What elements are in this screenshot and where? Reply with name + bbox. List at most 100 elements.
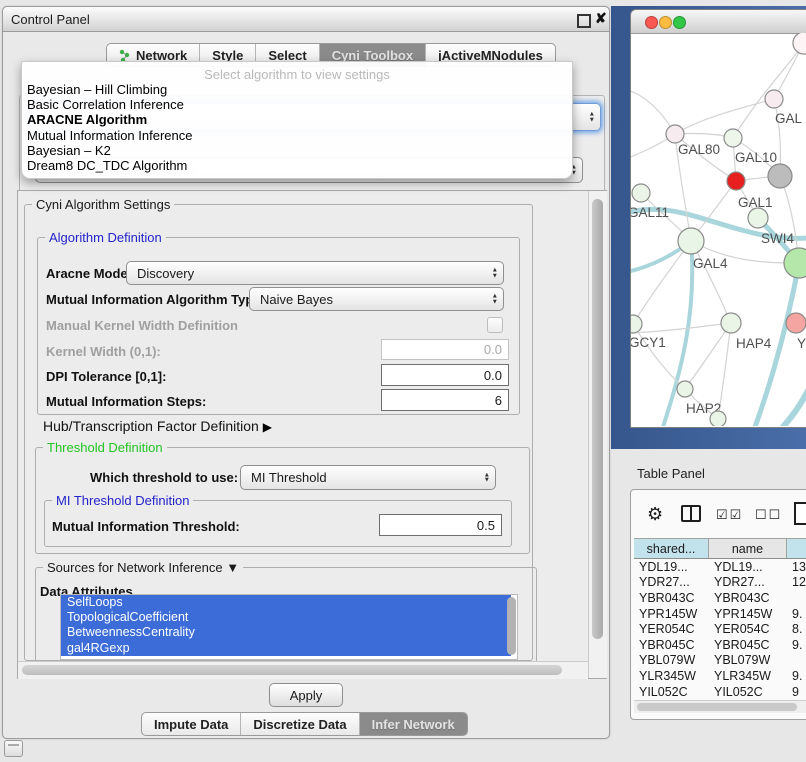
network-node-gal[interactable]	[765, 90, 783, 108]
apply-button[interactable]: Apply	[269, 683, 343, 707]
network-node-gcy1[interactable]	[631, 315, 642, 333]
tab-infer-network[interactable]: Infer Network	[360, 713, 467, 735]
table-cell: YDL19...	[634, 560, 709, 574]
network-node-label: GCY1	[631, 335, 666, 350]
algorithm-option[interactable]: Basic Correlation Inference	[22, 97, 572, 112]
minimized-panel-icon[interactable]	[4, 740, 23, 757]
new-table-icon[interactable]	[794, 502, 806, 525]
table-cell: 9	[787, 685, 806, 699]
network-edge[interactable]	[675, 99, 774, 134]
kernel-width-field[interactable]: 0.0	[381, 339, 509, 360]
table-row[interactable]: YDL19...YDL19...13	[634, 559, 806, 575]
network-edge[interactable]	[691, 241, 731, 323]
algorithm-option[interactable]: Bayesian – K2	[22, 143, 572, 158]
vertical-scrollbar[interactable]	[588, 191, 607, 678]
table-row[interactable]: YBR043CYBR043C	[634, 590, 806, 606]
horizontal-scrollbar-thumb[interactable]	[22, 665, 562, 675]
float-window-icon[interactable]	[577, 14, 591, 28]
table-row[interactable]: YBL079WYBL079W	[634, 653, 806, 669]
dpi-tolerance-field[interactable]: 0.0	[381, 364, 509, 386]
data-attribute-item[interactable]: gal4RGexp	[61, 641, 511, 656]
aracne-mode-value: Discovery	[137, 266, 194, 281]
network-node-swi4[interactable]	[748, 208, 768, 228]
close-icon[interactable]: ✘	[595, 10, 607, 27]
network-node-gal10[interactable]	[724, 129, 742, 147]
gear-icon[interactable]: ⚙	[647, 504, 663, 525]
deselect-all-checkboxes-icon[interactable]: ☐☐	[755, 507, 782, 523]
sources-group-title: Sources for Network Inference ▼	[43, 560, 243, 575]
algorithm-option[interactable]: ARACNE Algorithm	[22, 112, 572, 127]
cyni-bottom-tabbar: Impute DataDiscretize DataInfer Network	[141, 712, 468, 736]
network-node-gal4[interactable]	[678, 228, 704, 254]
select-all-checkboxes-icon[interactable]: ☑☑	[716, 507, 743, 523]
mi-steps-field[interactable]: 6	[381, 389, 509, 411]
mi-threshold-definition-title: MI Threshold Definition	[52, 493, 193, 508]
mi-algorithm-type-combobox[interactable]: Naive Bayes ▲▼	[249, 287, 504, 311]
algorithm-definition-title: Algorithm Definition	[45, 230, 166, 245]
algorithm-option[interactable]: Dream8 DC_TDC Algorithm	[22, 158, 572, 173]
network-node-y[interactable]	[786, 313, 806, 333]
table-cell: 9.	[787, 669, 806, 683]
table-horizontal-scrollbar[interactable]	[634, 700, 806, 713]
vertical-scrollbar-thumb[interactable]	[592, 199, 603, 639]
table-row[interactable]: YBR045CYBR045C9.	[634, 637, 806, 653]
algorithm-dropdown-placeholder: Select algorithm to view settings	[22, 62, 572, 82]
data-attribute-item[interactable]: BetweennessCentrality	[61, 625, 511, 640]
expander-expanded-icon[interactable]: ▼	[226, 560, 239, 575]
algorithm-option[interactable]: Bayesian – Hill Climbing	[22, 82, 572, 97]
network-node[interactable]	[768, 164, 792, 188]
close-traffic-light-icon[interactable]	[645, 16, 658, 29]
data-attribute-item[interactable]: SelfLoops	[61, 595, 511, 610]
combo-stepper-icon: ▲▼	[492, 294, 498, 305]
network-node-label: GAL1	[738, 195, 773, 210]
table-cell: YBR045C	[634, 638, 709, 652]
network-node-hap4[interactable]	[721, 313, 741, 333]
table-row[interactable]: YIL052CYIL052C9	[634, 684, 806, 700]
network-node-hap2[interactable]	[677, 381, 693, 397]
table-row[interactable]: YDR27...YDR27...12	[634, 575, 806, 591]
threshold-definition-title: Threshold Definition	[43, 440, 167, 455]
network-node[interactable]	[793, 33, 806, 54]
network-view-window: GALGAL80GAL10GAL1GAL11SWI4GAL4GCY1YHAP4H…	[630, 9, 806, 428]
table-cell: YBL079W	[634, 653, 709, 667]
network-canvas[interactable]: GALGAL80GAL10GAL1GAL11SWI4GAL4GCY1YHAP4H…	[631, 33, 806, 426]
network-node[interactable]	[710, 411, 726, 426]
hub-definition-expander[interactable]: Hub/Transcription Factor Definition ▶	[43, 418, 272, 434]
table-cell: YDL19...	[709, 560, 787, 574]
table-cell: YDR27...	[709, 575, 787, 589]
table-cell: YBR045C	[709, 638, 787, 652]
table-cell: 13	[787, 560, 806, 574]
data-attribute-item[interactable]: TopologicalCoefficient	[61, 610, 511, 625]
aracne-mode-combobox[interactable]: Discovery ▲▼	[126, 261, 504, 285]
network-node-gal80[interactable]	[666, 125, 684, 143]
tab-discretize-data[interactable]: Discretize Data	[241, 713, 359, 735]
table-cell: 12	[787, 575, 806, 589]
column-header-2[interactable]: name	[709, 538, 787, 559]
screenshot-root: Control Panel ✘ NetworkStyleSelectCyni T…	[0, 0, 806, 762]
zoom-traffic-light-icon[interactable]	[673, 16, 686, 29]
column-header-1[interactable]: shared...	[634, 538, 709, 559]
mi-steps-value: 6	[495, 393, 502, 408]
tab-impute-data[interactable]: Impute Data	[142, 713, 241, 735]
horizontal-scrollbar[interactable]	[18, 661, 588, 679]
table-row[interactable]: YPR145WYPR145W9.	[634, 606, 806, 622]
network-node-gal1[interactable]	[727, 172, 745, 190]
columns-icon[interactable]	[681, 505, 701, 522]
mi-threshold-field[interactable]: 0.5	[379, 514, 502, 536]
data-attributes-list[interactable]: SelfLoopsTopologicalCoefficientBetweenne…	[60, 594, 518, 660]
network-node-gal11[interactable]	[632, 184, 650, 202]
network-node-label: GAL80	[678, 142, 720, 157]
list-scrollbar-thumb[interactable]	[507, 597, 516, 655]
table-row[interactable]: YER054CYER054C8.	[634, 621, 806, 637]
network-edge[interactable]	[661, 241, 692, 426]
table-horizontal-scrollbar-thumb[interactable]	[637, 703, 797, 711]
column-header-3[interactable]: A	[787, 538, 806, 559]
which-threshold-combobox[interactable]: MI Threshold ▲▼	[240, 465, 496, 490]
table-row[interactable]: YLR345WYLR345W9.	[634, 668, 806, 684]
algorithm-option[interactable]: Mutual Information Inference	[22, 128, 572, 143]
control-panel-window: Control Panel ✘ NetworkStyleSelectCyni T…	[2, 6, 610, 739]
manual-kernel-checkbox[interactable]	[487, 317, 503, 333]
network-edge[interactable]	[631, 323, 731, 333]
network-edge[interactable]	[633, 241, 691, 324]
minimize-traffic-light-icon[interactable]	[659, 16, 672, 29]
